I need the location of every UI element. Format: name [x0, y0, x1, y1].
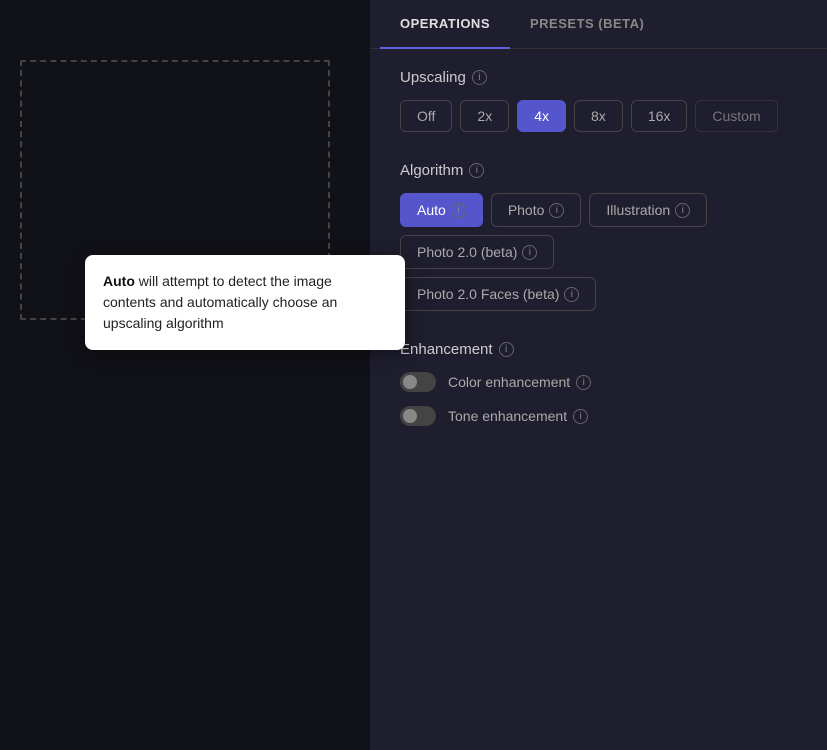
upscaling-title: Upscaling i [400, 69, 797, 86]
panel-content: Upscaling i Off 2x 4x 8x 16x Custom Algo… [370, 49, 827, 750]
algo-illustration-label: Illustration [606, 202, 670, 218]
algo-photo-label: Photo [508, 202, 545, 218]
algo-photo2-info-icon[interactable]: i [522, 245, 537, 260]
tone-enhancement-info-icon[interactable]: i [573, 409, 588, 424]
algo-auto-info-icon[interactable]: i [451, 203, 466, 218]
tab-operations[interactable]: OPERATIONS [380, 0, 510, 49]
algorithm-row-2: Photo 2.0 (beta) i [400, 235, 797, 269]
algo-photo2-button[interactable]: Photo 2.0 (beta) i [400, 235, 554, 269]
enhancement-label: Enhancement [400, 341, 493, 358]
upscaling-2x-button[interactable]: 2x [460, 100, 509, 132]
right-panel: OPERATIONS PRESETS (BETA) Upscaling i Of… [370, 0, 827, 750]
tab-bar: OPERATIONS PRESETS (BETA) [370, 0, 827, 49]
algorithm-section: Algorithm i Auto i Photo i Illustration … [400, 162, 797, 311]
color-enhancement-info-icon[interactable]: i [576, 375, 591, 390]
tone-enhancement-text: Tone enhancement [448, 408, 567, 424]
upscaling-options: Off 2x 4x 8x 16x Custom [400, 100, 797, 132]
algo-photo2faces-label: Photo 2.0 Faces (beta) [417, 286, 559, 302]
algorithm-label: Algorithm [400, 162, 463, 179]
algo-auto-button[interactable]: Auto i [400, 193, 483, 227]
color-enhancement-text: Color enhancement [448, 374, 570, 390]
algorithm-info-icon[interactable]: i [469, 163, 484, 178]
tone-enhancement-label: Tone enhancement i [448, 408, 588, 424]
upscaling-off-button[interactable]: Off [400, 100, 452, 132]
color-enhancement-toggle[interactable] [400, 372, 436, 392]
upscaling-4x-button[interactable]: 4x [517, 100, 566, 132]
tab-presets[interactable]: PRESETS (BETA) [510, 0, 664, 49]
auto-tooltip: Auto will attempt to detect the image co… [85, 255, 405, 350]
enhancement-section: Enhancement i Color enhancement i Tone e… [400, 341, 797, 426]
enhancement-title: Enhancement i [400, 341, 797, 358]
algorithm-row-1: Auto i Photo i Illustration i [400, 193, 797, 227]
algo-illustration-info-icon[interactable]: i [675, 203, 690, 218]
algorithm-title: Algorithm i [400, 162, 797, 179]
tooltip-text: Auto will attempt to detect the image co… [103, 273, 337, 331]
algo-photo-info-icon[interactable]: i [549, 203, 564, 218]
algo-photo2faces-info-icon[interactable]: i [564, 287, 579, 302]
color-enhancement-row: Color enhancement i [400, 372, 797, 392]
upscaling-16x-button[interactable]: 16x [631, 100, 688, 132]
tone-enhancement-toggle[interactable] [400, 406, 436, 426]
canvas-panel: Auto will attempt to detect the image co… [0, 0, 370, 750]
algo-illustration-button[interactable]: Illustration i [589, 193, 707, 227]
upscaling-8x-button[interactable]: 8x [574, 100, 623, 132]
tooltip-body: will attempt to detect the image content… [103, 273, 337, 331]
tooltip-bold: Auto [103, 273, 135, 289]
algo-photo-button[interactable]: Photo i [491, 193, 582, 227]
upscaling-label: Upscaling [400, 69, 466, 86]
enhancement-info-icon[interactable]: i [499, 342, 514, 357]
algo-photo2-label: Photo 2.0 (beta) [417, 244, 517, 260]
upscaling-info-icon[interactable]: i [472, 70, 487, 85]
tone-enhancement-row: Tone enhancement i [400, 406, 797, 426]
algo-auto-label: Auto [417, 202, 446, 218]
algorithm-row-3: Photo 2.0 Faces (beta) i [400, 277, 797, 311]
upscaling-custom-button[interactable]: Custom [695, 100, 777, 132]
algo-photo2faces-button[interactable]: Photo 2.0 Faces (beta) i [400, 277, 596, 311]
color-enhancement-label: Color enhancement i [448, 374, 591, 390]
upscaling-section: Upscaling i Off 2x 4x 8x 16x Custom [400, 69, 797, 132]
